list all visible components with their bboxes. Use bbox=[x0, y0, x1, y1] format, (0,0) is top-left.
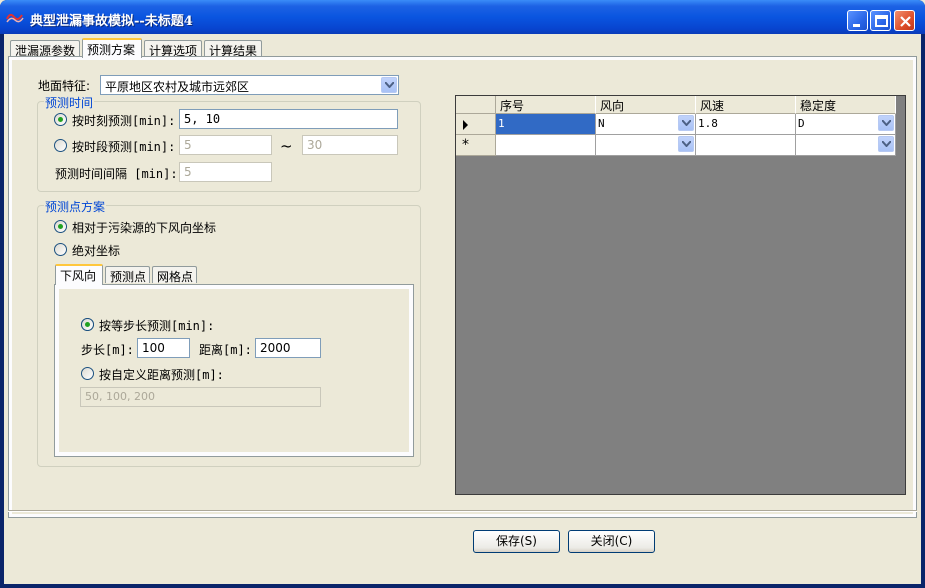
interval-label: 预测时间间隔 [min]: bbox=[55, 167, 178, 181]
interval-input[interactable]: 5 bbox=[179, 162, 272, 182]
equal-step-radio-dot bbox=[81, 318, 94, 331]
forecast-plan-page: 地面特征: 平原地区农村及城市远郊区 预测时间 按时刻预测[min]: 5, 1… bbox=[8, 56, 917, 518]
chevron-down-icon[interactable] bbox=[381, 77, 397, 93]
bottom-separator bbox=[8, 510, 917, 512]
tab-calc-options[interactable]: 计算选项 bbox=[144, 40, 202, 58]
absolute-coord-label: 绝对坐标 bbox=[72, 244, 121, 258]
col-header-direction[interactable]: 风向 bbox=[596, 96, 696, 114]
title-bar[interactable]: 典型泄漏事故模拟--未标题4 bbox=[0, 0, 925, 34]
distance-label: 距离[m]: bbox=[199, 343, 252, 357]
chevron-down-icon[interactable] bbox=[678, 136, 694, 152]
new-cell-stability[interactable] bbox=[796, 135, 896, 156]
cell-direction-value: N bbox=[598, 117, 605, 130]
chevron-down-icon[interactable] bbox=[678, 115, 694, 131]
weather-grid[interactable]: 序号 风向 风速 稳定度 1 N 1.8 D * bbox=[455, 95, 906, 495]
col-header-no[interactable]: 序号 bbox=[496, 96, 596, 114]
row-selector[interactable] bbox=[456, 114, 496, 135]
equal-step-label: 按等步长预测[min]: bbox=[99, 319, 215, 333]
cell-direction[interactable]: N bbox=[596, 114, 696, 135]
forecast-plan-panel: 地面特征: 平原地区农村及城市远郊区 预测时间 按时刻预测[min]: 5, 1… bbox=[12, 60, 913, 514]
step-label: 步长[m]: bbox=[81, 343, 134, 357]
new-row-marker[interactable]: * bbox=[456, 135, 496, 156]
col-header-stability[interactable]: 稳定度 bbox=[796, 96, 896, 114]
relative-coord-label: 相对于污染源的下风向坐标 bbox=[72, 221, 217, 235]
save-button[interactable]: 保存(S) bbox=[473, 530, 560, 553]
tab-forecast-plan[interactable]: 预测方案 bbox=[82, 38, 142, 58]
subtab-forecast-points[interactable]: 预测点 bbox=[105, 266, 150, 284]
cell-stability-value: D bbox=[798, 117, 805, 130]
app-icon bbox=[6, 10, 24, 24]
downwind-page: 按等步长预测[min]: 步长[m]: 100 距离[m]: 2000 按自定义… bbox=[54, 284, 414, 457]
custom-distance-radio[interactable] bbox=[81, 367, 94, 380]
time-point-label: 按时刻预测[min]: bbox=[72, 114, 176, 128]
forecast-time-group: 预测时间 按时刻预测[min]: 5, 10 按时段预测[min]: 5 ~ 3… bbox=[37, 94, 421, 192]
chevron-down-icon[interactable] bbox=[878, 136, 894, 152]
forecast-time-title: 预测时间 bbox=[44, 94, 95, 111]
new-cell-direction[interactable] bbox=[596, 135, 696, 156]
subtab-downwind[interactable]: 下风向 bbox=[55, 264, 103, 285]
terrain-value: 平原地区农村及城市远郊区 bbox=[105, 80, 250, 94]
terrain-select[interactable]: 平原地区农村及城市远郊区 bbox=[100, 75, 399, 95]
maximize-button[interactable] bbox=[870, 10, 891, 31]
window-title: 典型泄漏事故模拟--未标题4 bbox=[30, 14, 193, 29]
close-window-button[interactable] bbox=[894, 10, 915, 31]
custom-distance-label: 按自定义距离预测[m]: bbox=[99, 368, 224, 382]
relative-coord-radio[interactable] bbox=[54, 220, 67, 233]
cell-no[interactable]: 1 bbox=[496, 114, 596, 135]
step-input[interactable]: 100 bbox=[137, 338, 190, 358]
new-cell-no[interactable] bbox=[496, 135, 596, 156]
cell-stability[interactable]: D bbox=[796, 114, 896, 135]
time-range-label: 按时段预测[min]: bbox=[72, 140, 176, 154]
forecast-point-title: 预测点方案 bbox=[44, 198, 107, 215]
grid-corner bbox=[456, 96, 496, 114]
terrain-label: 地面特征: bbox=[38, 79, 91, 93]
new-cell-speed[interactable] bbox=[696, 135, 796, 156]
downwind-panel: 按等步长预测[min]: 步长[m]: 100 距离[m]: 2000 按自定义… bbox=[59, 289, 409, 452]
tab-leak-source[interactable]: 泄漏源参数 bbox=[10, 40, 80, 58]
minimize-button[interactable] bbox=[847, 10, 868, 31]
tab-calc-results[interactable]: 计算结果 bbox=[204, 40, 262, 58]
subtab-grid-points[interactable]: 网格点 bbox=[152, 266, 197, 284]
current-row-icon bbox=[463, 120, 468, 130]
col-header-speed[interactable]: 风速 bbox=[696, 96, 796, 114]
tilde-separator: ~ bbox=[280, 137, 293, 155]
forecast-point-group: 预测点方案 相对于污染源的下风向坐标 绝对坐标 下风向 预测点 网格点 按等步长… bbox=[37, 198, 421, 467]
time-point-input[interactable]: 5, 10 bbox=[179, 109, 398, 129]
distance-input[interactable]: 2000 bbox=[255, 338, 321, 358]
client-area: 泄漏源参数 预测方案 计算选项 计算结果 地面特征: 平原地区农村及城市远郊区 … bbox=[4, 34, 921, 584]
absolute-coord-radio[interactable] bbox=[54, 243, 67, 256]
chevron-down-icon[interactable] bbox=[878, 115, 894, 131]
time-point-radio[interactable] bbox=[54, 113, 67, 126]
time-range-to-input[interactable]: 30 bbox=[302, 135, 398, 155]
close-button[interactable]: 关闭(C) bbox=[568, 530, 655, 553]
custom-distance-input[interactable]: 50, 100, 200 bbox=[80, 387, 321, 407]
time-range-from-input[interactable]: 5 bbox=[179, 135, 272, 155]
cell-speed[interactable]: 1.8 bbox=[696, 114, 796, 135]
time-range-radio[interactable] bbox=[54, 139, 67, 152]
app-window: 典型泄漏事故模拟--未标题4 泄漏源参数 预测方案 计算选项 计算结果 地面特征… bbox=[0, 0, 925, 588]
